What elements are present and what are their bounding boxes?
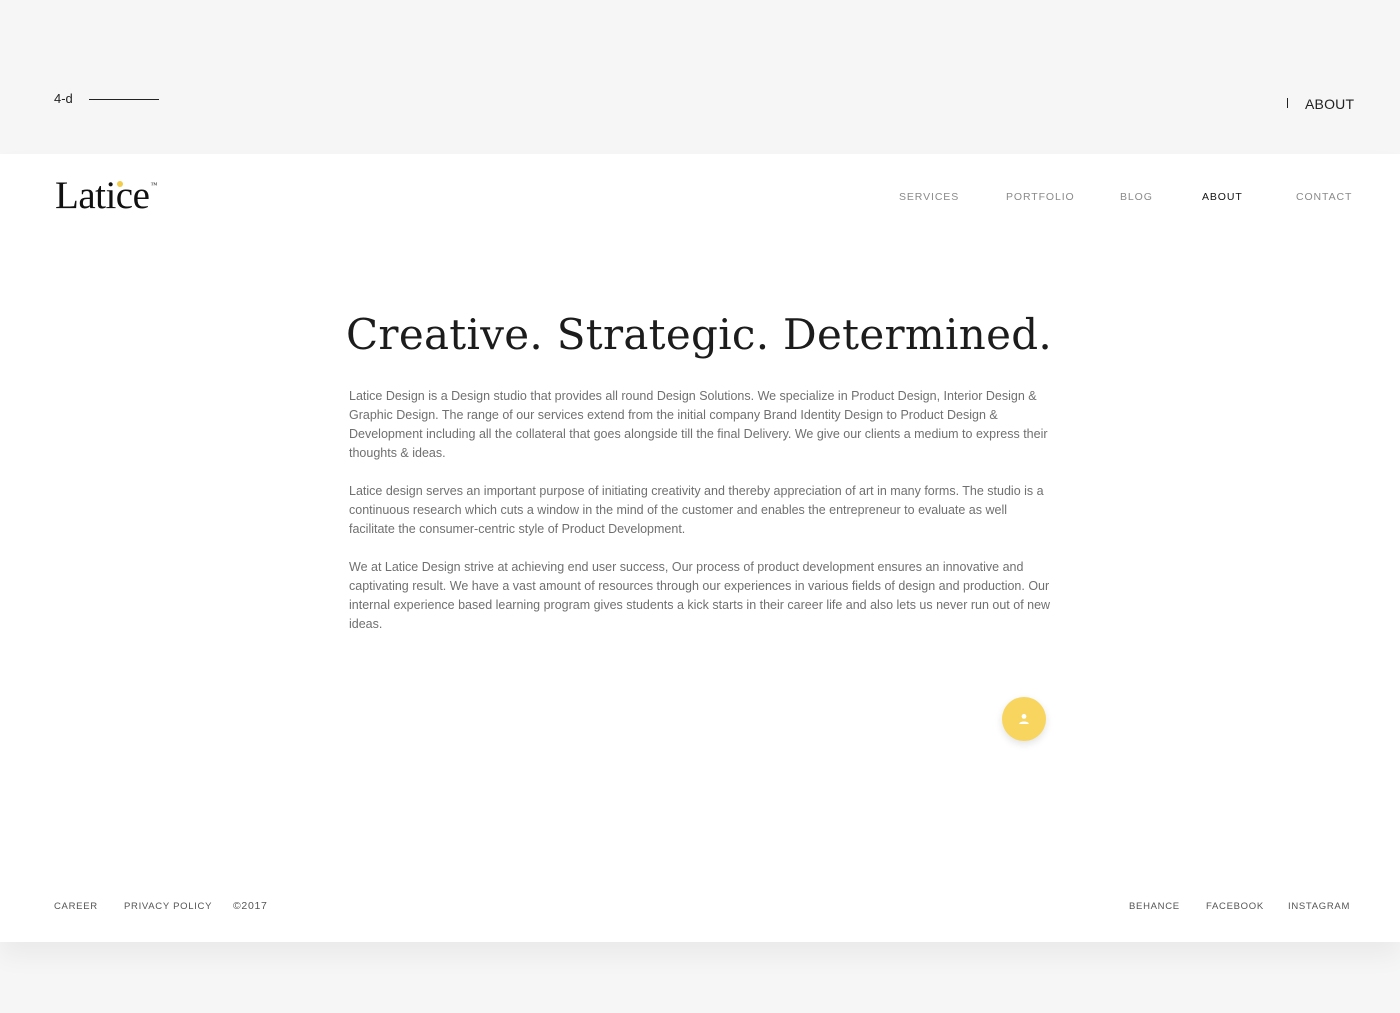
slide-title: ABOUT — [1305, 96, 1355, 112]
slide-number: 4-d — [54, 91, 73, 106]
social-instagram-link[interactable]: INSTAGRAM — [1288, 901, 1350, 912]
brand-logo[interactable]: Latice™ — [55, 176, 157, 215]
website-mockup: Latice™ SERVICES PORTFOLIO BLOG ABOUT CO… — [0, 154, 1400, 942]
social-facebook-link[interactable]: FACEBOOK — [1206, 901, 1264, 912]
nav-item-about[interactable]: ABOUT — [1202, 191, 1243, 203]
nav-item-blog[interactable]: BLOG — [1120, 191, 1153, 203]
presentation-header: 4-d ABOUT — [0, 0, 1400, 154]
about-paragraph: Latice design serves an important purpos… — [349, 484, 1044, 536]
slide-divider — [89, 99, 159, 100]
footer-career-link[interactable]: CAREER — [54, 901, 98, 912]
logo-dot-icon — [117, 181, 123, 187]
about-paragraph: We at Latice Design strive at achieving … — [349, 560, 1051, 631]
nav-item-services[interactable]: SERVICES — [899, 191, 959, 203]
footer-privacy-link[interactable]: PRIVACY POLICY — [124, 901, 212, 912]
brand-name: Latice — [55, 174, 150, 217]
page-headline: Creative. Strategic. Determined. — [346, 310, 1053, 359]
about-paragraph: Latice Design is a Design studio that pr… — [349, 389, 1048, 460]
user-icon — [1019, 714, 1029, 724]
nav-item-contact[interactable]: CONTACT — [1296, 191, 1352, 203]
team-button[interactable] — [1002, 697, 1046, 741]
footer-copyright: ©2017 — [233, 900, 268, 912]
nav-item-portfolio[interactable]: PORTFOLIO — [1006, 191, 1075, 203]
brand-trademark: ™ — [150, 181, 157, 189]
slide-title-marker — [1287, 98, 1288, 108]
social-behance-link[interactable]: BEHANCE — [1129, 901, 1180, 912]
